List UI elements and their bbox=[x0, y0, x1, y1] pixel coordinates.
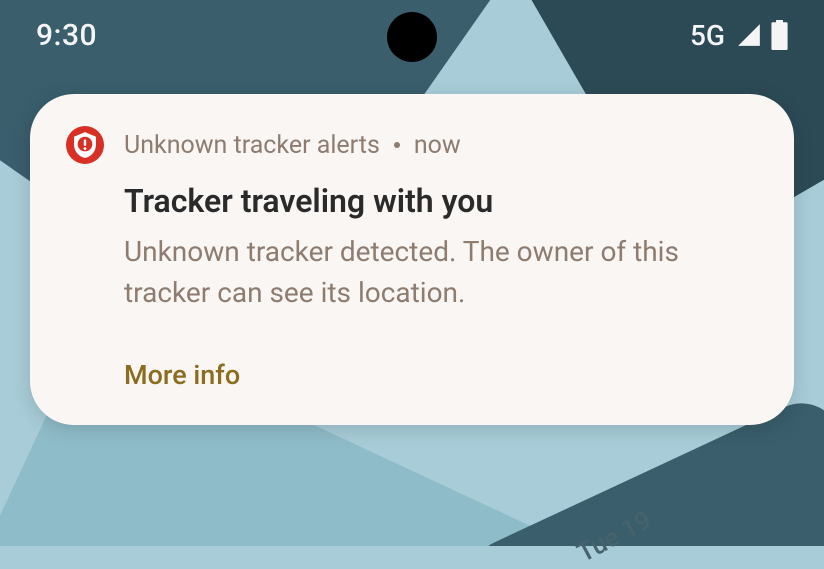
network-label: 5G bbox=[690, 19, 725, 52]
notification-meta: Unknown tracker alerts now bbox=[124, 131, 461, 160]
battery-icon bbox=[771, 20, 788, 50]
shield-alert-icon bbox=[66, 126, 104, 164]
camera-cutout bbox=[387, 12, 437, 62]
more-info-button[interactable]: More info bbox=[66, 359, 758, 391]
separator-dot bbox=[394, 142, 400, 148]
notification-text: Unknown tracker detected. The owner of t… bbox=[124, 232, 758, 313]
notification-time: now bbox=[414, 131, 461, 160]
notification-app-name: Unknown tracker alerts bbox=[124, 131, 380, 160]
status-bar: 9:30 5G bbox=[0, 0, 824, 70]
notification-title: Tracker traveling with you bbox=[124, 182, 758, 220]
notification-header: Unknown tracker alerts now bbox=[66, 126, 758, 164]
notification-body: Tracker traveling with you Unknown track… bbox=[66, 182, 758, 313]
status-time: 9:30 bbox=[36, 18, 97, 53]
status-right: 5G bbox=[690, 19, 788, 52]
signal-icon bbox=[735, 22, 763, 48]
notification-card[interactable]: Unknown tracker alerts now Tracker trave… bbox=[30, 94, 794, 425]
